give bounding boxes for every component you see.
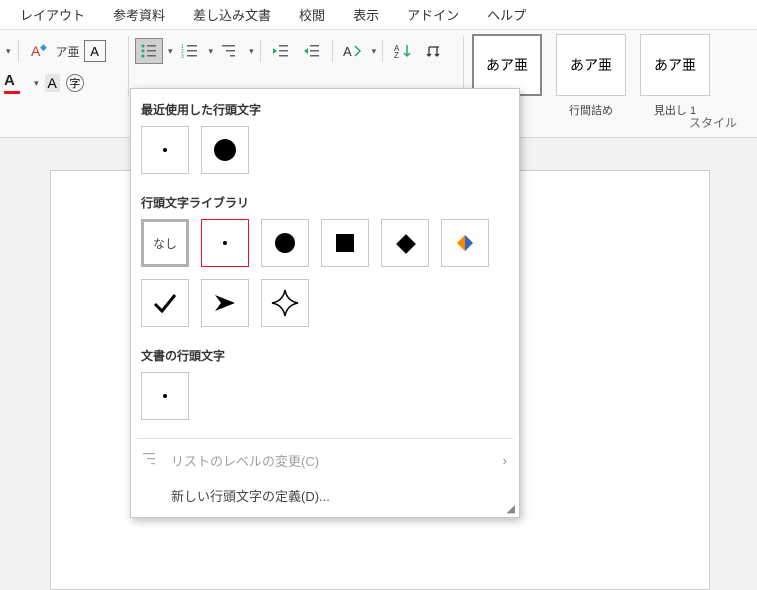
menu-layout[interactable]: レイアウト bbox=[6, 0, 99, 30]
show-marks-button[interactable] bbox=[420, 38, 448, 64]
style-heading1[interactable]: あア亜 見出し 1 bbox=[640, 34, 710, 118]
svg-text:◆: ◆ bbox=[40, 42, 47, 52]
font-color-button[interactable]: A bbox=[4, 72, 26, 94]
document-bullets-title: 文書の行頭文字 bbox=[131, 341, 519, 372]
bullet-library-title: 行頭文字ライブラリ bbox=[131, 188, 519, 219]
numbering-button[interactable]: 123 bbox=[176, 38, 204, 64]
numbering-dropdown-icon[interactable]: ▾ bbox=[207, 46, 214, 57]
text-direction-dropdown-icon[interactable]: ▾ bbox=[370, 46, 377, 57]
highlight-button[interactable]: A bbox=[45, 74, 60, 92]
recent-bullet-small-dot[interactable] bbox=[141, 126, 189, 174]
bullet-colored-diamond[interactable] bbox=[441, 219, 489, 267]
menubar: レイアウト 参考資料 差し込み文書 校閲 表示 アドイン ヘルプ bbox=[0, 0, 757, 30]
bullets-dropdown-icon[interactable]: ▾ bbox=[166, 46, 173, 57]
recent-bullet-large-disc[interactable] bbox=[201, 126, 249, 174]
menu-help[interactable]: ヘルプ bbox=[473, 0, 540, 30]
bullet-checkmark[interactable] bbox=[141, 279, 189, 327]
recent-bullets-title: 最近使用した行頭文字 bbox=[131, 95, 519, 126]
menu-view[interactable]: 表示 bbox=[339, 0, 393, 30]
menu-review[interactable]: 校閲 bbox=[285, 0, 339, 30]
clear-formatting-icon[interactable]: A◆ bbox=[26, 38, 52, 64]
change-level-icon bbox=[143, 452, 159, 469]
font-color-dropdown-icon[interactable]: ▾ bbox=[32, 78, 39, 89]
menu-addins[interactable]: アドイン bbox=[393, 0, 473, 30]
bullet-disc[interactable] bbox=[261, 219, 309, 267]
ribbon-font-group: ▾ A◆ ア亜 A A ▾ A 字 bbox=[0, 30, 126, 137]
bullet-square[interactable] bbox=[321, 219, 369, 267]
sort-button[interactable]: AZ bbox=[389, 38, 417, 64]
dropdown-arrow-icon[interactable]: ▾ bbox=[4, 46, 11, 57]
text-direction-button[interactable]: A bbox=[339, 38, 367, 64]
bullet-four-point-star[interactable] bbox=[261, 279, 309, 327]
bullets-button[interactable] bbox=[135, 38, 163, 64]
chevron-right-icon: › bbox=[503, 453, 507, 468]
bullet-none[interactable]: なし bbox=[141, 219, 189, 267]
menu-mailmerge[interactable]: 差し込み文書 bbox=[179, 0, 285, 30]
style-nospace[interactable]: あア亜 行間詰め bbox=[556, 34, 626, 118]
document-bullet-small-dot[interactable] bbox=[141, 372, 189, 420]
multilevel-dropdown-icon[interactable]: ▾ bbox=[247, 46, 254, 57]
decrease-indent-button[interactable] bbox=[267, 38, 295, 64]
styles-group-label: スタイル bbox=[689, 114, 737, 131]
increase-indent-button[interactable] bbox=[298, 38, 326, 64]
svg-text:3: 3 bbox=[181, 54, 184, 59]
phonetic-guide-icon[interactable]: ア亜 bbox=[56, 43, 80, 60]
svg-text:Z: Z bbox=[394, 51, 399, 59]
define-new-bullet-item[interactable]: 新しい行頭文字の定義(D)... bbox=[131, 478, 519, 513]
svg-text:A: A bbox=[343, 44, 352, 59]
bullets-dropdown-panel: 最近使用した行頭文字 行頭文字ライブラリ なし 文書の行頭文字 リストのレベルの… bbox=[130, 88, 520, 518]
character-border-icon[interactable]: A bbox=[84, 40, 106, 62]
menu-references[interactable]: 参考資料 bbox=[99, 0, 179, 30]
bullet-small-dot[interactable] bbox=[201, 219, 249, 267]
bullet-diamond[interactable] bbox=[381, 219, 429, 267]
resize-grip-icon[interactable]: ◢ bbox=[507, 502, 515, 515]
bullet-arrowhead[interactable] bbox=[201, 279, 249, 327]
enclose-character-icon[interactable]: 字 bbox=[66, 74, 84, 92]
multilevel-list-button[interactable] bbox=[216, 38, 244, 64]
change-list-level-item: リストのレベルの変更(C) › bbox=[131, 443, 519, 478]
